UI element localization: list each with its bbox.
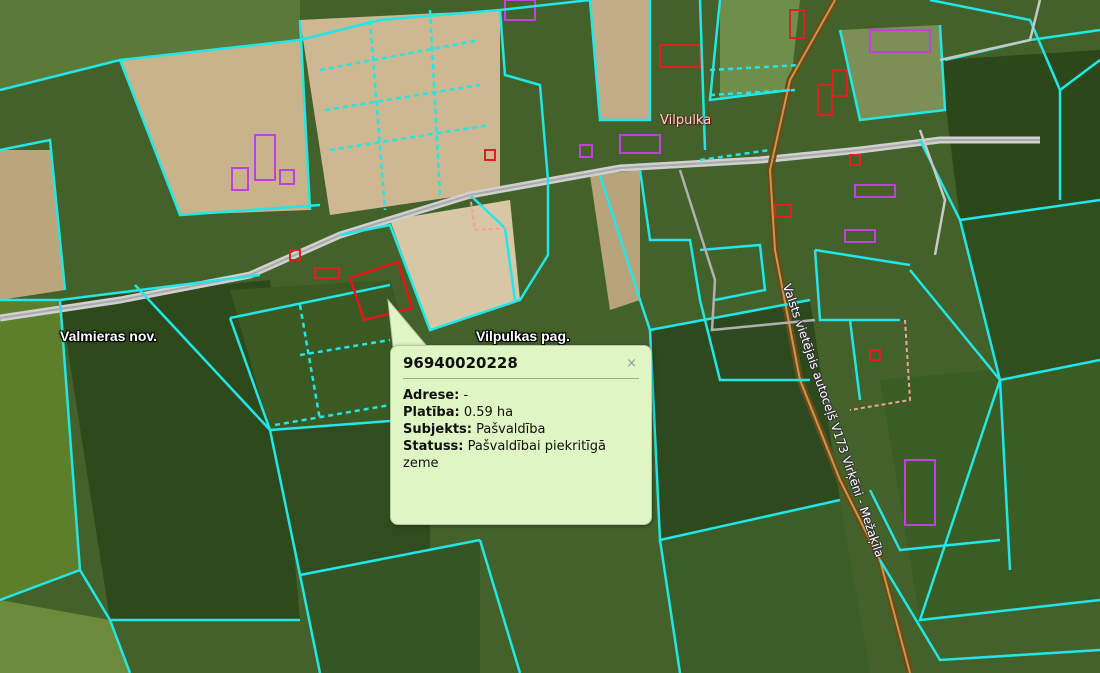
- subject-label: Subjekts:: [403, 422, 472, 437]
- parcel-info-popup: × 96940020228 Adrese: - Platība: 0.59 ha…: [390, 345, 652, 525]
- area-value: 0.59 ha: [463, 405, 514, 420]
- municipality-label: Valmieras nov.: [60, 328, 158, 344]
- address-value: -: [463, 388, 469, 403]
- area-label: Platība:: [403, 405, 460, 420]
- parish-label: Vilpulkas pag.: [476, 328, 570, 344]
- address-label: Adrese:: [403, 388, 460, 403]
- subject-row: Subjekts: Pašvaldība: [403, 421, 639, 438]
- parcel-id: 96940020228: [403, 354, 639, 379]
- subject-value: Pašvaldība: [476, 422, 546, 437]
- status-label: Statuss:: [403, 439, 464, 454]
- village-label: Vilpulka: [660, 113, 712, 128]
- status-row: Statuss: Pašvaldībai piekritīgā zeme: [403, 438, 639, 472]
- area-row: Platība: 0.59 ha: [403, 404, 639, 421]
- close-icon[interactable]: ×: [626, 356, 637, 371]
- address-row: Adrese: -: [403, 387, 639, 404]
